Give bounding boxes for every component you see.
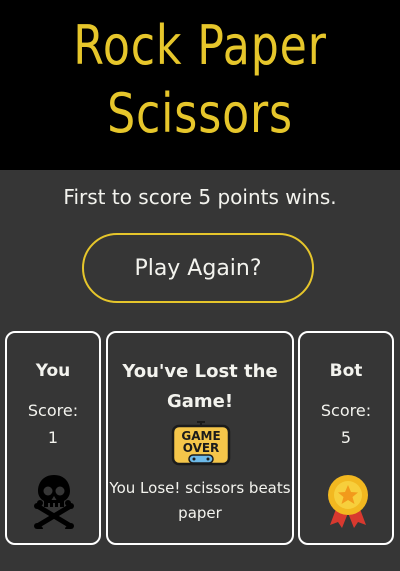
skull-crossbones-icon bbox=[34, 475, 74, 529]
player-score-label: Score: bbox=[27, 401, 79, 420]
play-again-button[interactable]: Play Again? bbox=[82, 233, 314, 303]
title-line-1: Rock Paper bbox=[73, 14, 327, 77]
player-panel: You Score: 1 bbox=[5, 331, 101, 545]
round-result-text: You Lose! scissors beats paper bbox=[109, 479, 291, 522]
game-over-icon: GAME OVER bbox=[171, 421, 231, 466]
header: Rock Paper Scissors bbox=[0, 0, 400, 170]
bot-score-label: Score: bbox=[320, 401, 372, 420]
outcome-title: You've Lost the Game! bbox=[122, 361, 278, 412]
gold-medal-icon bbox=[328, 475, 368, 528]
game-area: First to score 5 points wins. Play Again… bbox=[0, 170, 400, 571]
title-line-2: Scissors bbox=[107, 82, 293, 145]
outcome-panel: You've Lost the Game! GAME OVER You Lose… bbox=[106, 331, 294, 545]
bot-label: Bot bbox=[329, 361, 363, 381]
rules-text: First to score 5 points wins. bbox=[63, 185, 337, 209]
bot-score: 5 bbox=[340, 428, 352, 447]
bot-panel: Bot Score: 5 bbox=[298, 331, 394, 545]
player-score: 1 bbox=[47, 428, 59, 447]
player-label: You bbox=[35, 361, 71, 381]
game-over-text-2: OVER bbox=[183, 441, 220, 455]
